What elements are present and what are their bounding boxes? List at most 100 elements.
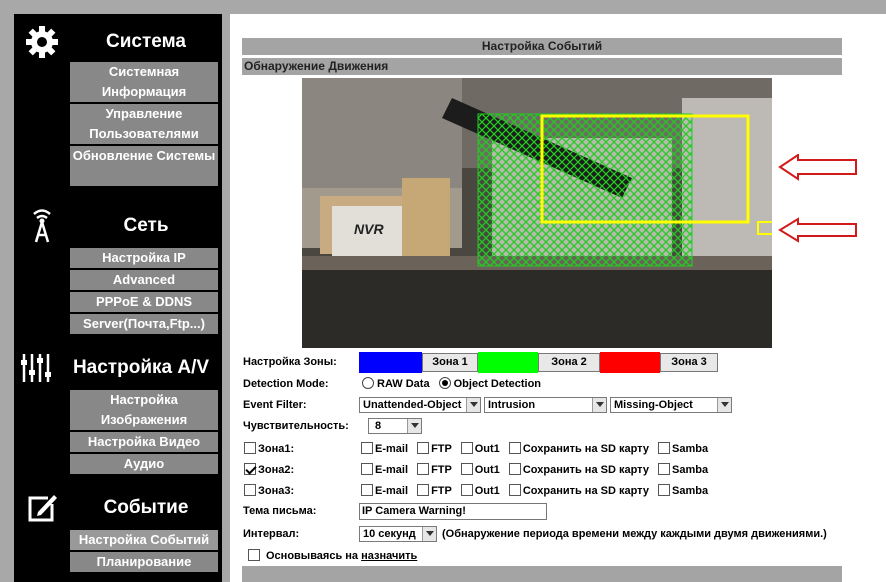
- interval-select[interactable]: 10 секунд: [359, 526, 437, 542]
- zone2-email-checkbox[interactable]: [361, 463, 373, 475]
- chevron-down-icon: [407, 419, 421, 433]
- interval-label: Интервал:: [243, 528, 300, 540]
- sidebar-section-event[interactable]: Событие: [14, 486, 222, 530]
- zone3-ftp-checkbox[interactable]: [417, 484, 430, 496]
- page-title: Настройка Событий: [242, 38, 842, 55]
- sensitivity-value: 8: [375, 420, 382, 432]
- samba-label: Samba: [672, 443, 709, 455]
- event-filter-select-1-value: Unattended-Object: [363, 399, 462, 411]
- zone3-out1-checkbox[interactable]: [460, 484, 473, 496]
- event-filter-select-3[interactable]: Missing-Object: [610, 397, 732, 413]
- zone2-button[interactable]: Зона 2: [538, 353, 600, 372]
- sidebar-item-advanced[interactable]: Advanced: [70, 270, 218, 292]
- zone3-button[interactable]: Зона 3: [660, 353, 718, 372]
- zone1-color-swatch[interactable]: [359, 352, 422, 373]
- gear-icon: [26, 26, 58, 58]
- chevron-down-icon: [717, 398, 731, 412]
- zone2-checkbox[interactable]: [244, 463, 256, 475]
- ftp-label: FTP: [431, 485, 452, 497]
- zone3-checkbox[interactable]: [244, 484, 256, 496]
- zone1-checkbox[interactable]: [244, 442, 256, 454]
- sidebar-item-users[interactable]: Управление Пользователями: [70, 104, 218, 146]
- event-filter-select-1[interactable]: Unattended-Object: [359, 397, 481, 413]
- raw-data-label: RAW Data: [377, 378, 430, 390]
- sidebar-item-event-settings[interactable]: Настройка Событий: [70, 530, 218, 552]
- sidebar-title-event: Событие: [103, 497, 189, 518]
- zone3-row-label: Зона3:: [258, 485, 295, 497]
- zone2-row: Зона2:: [244, 463, 294, 476]
- sd-label: Сохранить на SD карту: [522, 464, 649, 476]
- zone3-row: Зона3:: [244, 484, 294, 497]
- sidebar-item-system-info[interactable]: Системная Информация: [70, 62, 218, 104]
- sidebar-item-video-settings[interactable]: Настройка Видео: [70, 432, 218, 454]
- sidebar: Система Системная Информация Управление …: [14, 14, 222, 582]
- zone1-samba-checkbox[interactable]: [658, 442, 670, 454]
- chevron-down-icon: [422, 527, 436, 541]
- email-label: E-mail: [375, 485, 409, 497]
- sidebar-item-firmware-update[interactable]: Обновление Системы: [70, 146, 218, 188]
- zone1-out1-checkbox[interactable]: [460, 442, 473, 454]
- sidebar-item-audio[interactable]: Аудио: [70, 454, 218, 476]
- zone3-color-swatch[interactable]: [600, 352, 660, 373]
- sidebar-item-schedule[interactable]: Планирование: [70, 552, 218, 574]
- camera-preview[interactable]: NVR: [302, 78, 772, 348]
- event-filter-select-2-value: Intrusion: [488, 399, 536, 411]
- object-detection-radio[interactable]: [438, 377, 451, 389]
- sidebar-item-image-settings[interactable]: Настройка Изображения: [70, 390, 218, 432]
- zone2-sd-checkbox[interactable]: [508, 463, 521, 475]
- schedule-row: Основываясь на назначить: [248, 549, 417, 562]
- object-detection-label: Object Detection: [453, 378, 542, 390]
- email-label: E-mail: [375, 464, 409, 476]
- schedule-prefix: Основываясь на: [266, 550, 359, 562]
- main-content: Настройка Событий Обнаружение Движения N…: [230, 14, 886, 582]
- zone2-color-swatch[interactable]: [478, 352, 538, 373]
- zone2-row-label: Зона2:: [258, 464, 295, 476]
- sensitivity-label: Чувствительность:: [243, 420, 349, 432]
- sidebar-item-pppoe-ddns[interactable]: PPPoE & DDNS: [70, 292, 218, 314]
- out1-label: Out1: [474, 443, 500, 455]
- zone1-sd-checkbox[interactable]: [508, 442, 521, 454]
- annotation-arrows: [778, 154, 857, 243]
- sd-label: Сохранить на SD карту: [522, 443, 649, 455]
- sidebar-item-ip-settings[interactable]: Настройка IP: [70, 248, 218, 270]
- raw-data-radio[interactable]: [362, 377, 374, 389]
- sensitivity-select[interactable]: 8: [368, 418, 422, 434]
- event-filter-select-2[interactable]: Intrusion: [484, 397, 607, 413]
- sidebar-section-av[interactable]: Настройка A/V: [14, 346, 222, 390]
- sidebar-section-network[interactable]: Сеть: [14, 204, 222, 248]
- zone1-ftp-checkbox[interactable]: [417, 442, 430, 454]
- sidebar-section-system[interactable]: Система: [14, 20, 222, 64]
- next-section-bar: [242, 566, 842, 582]
- detection-mode-options: RAW Data Object Detection: [362, 377, 541, 390]
- zone3-sd-checkbox[interactable]: [508, 484, 521, 496]
- zone1-email-checkbox[interactable]: [361, 442, 373, 454]
- zone-setting-label: Настройка Зоны:: [243, 356, 337, 368]
- sd-label: Сохранить на SD карту: [522, 485, 649, 497]
- zone3-email-checkbox[interactable]: [361, 484, 373, 496]
- box-label: NVR: [354, 221, 384, 237]
- zone2-actions: E-mail FTP Out1 Сохранить на SD карту Sa…: [361, 463, 708, 476]
- event-filter-label: Event Filter:: [243, 399, 307, 411]
- sidebar-item-server[interactable]: Server(Почта,Ftp...): [70, 314, 218, 336]
- zone3-samba-checkbox[interactable]: [658, 484, 670, 496]
- samba-label: Samba: [672, 485, 709, 497]
- subject-label: Тема письма:: [243, 505, 317, 517]
- schedule-checkbox[interactable]: [248, 549, 260, 561]
- zone1-button[interactable]: Зона 1: [422, 353, 478, 372]
- subject-input[interactable]: IP Camera Warning!: [359, 503, 547, 520]
- zone1-row-label: Зона1:: [258, 443, 295, 455]
- zone2-ftp-checkbox[interactable]: [417, 463, 430, 475]
- email-label: E-mail: [375, 443, 409, 455]
- zone1-actions: E-mail FTP Out1 Сохранить на SD карту Sa…: [361, 442, 708, 455]
- schedule-link[interactable]: назначить: [361, 550, 417, 562]
- interval-value: 10 секунд: [363, 528, 416, 540]
- sidebar-title-system: Система: [106, 31, 186, 52]
- zone1-row: Зона1:: [244, 442, 294, 455]
- out1-label: Out1: [474, 485, 500, 497]
- samba-label: Samba: [672, 464, 709, 476]
- zone2-out1-checkbox[interactable]: [460, 463, 473, 475]
- interval-note: (Обнаружение периода времени между кажды…: [442, 528, 827, 540]
- zone2-samba-checkbox[interactable]: [658, 463, 670, 475]
- equalizer-icon: [21, 354, 51, 382]
- camera-scene: NVR: [302, 78, 772, 348]
